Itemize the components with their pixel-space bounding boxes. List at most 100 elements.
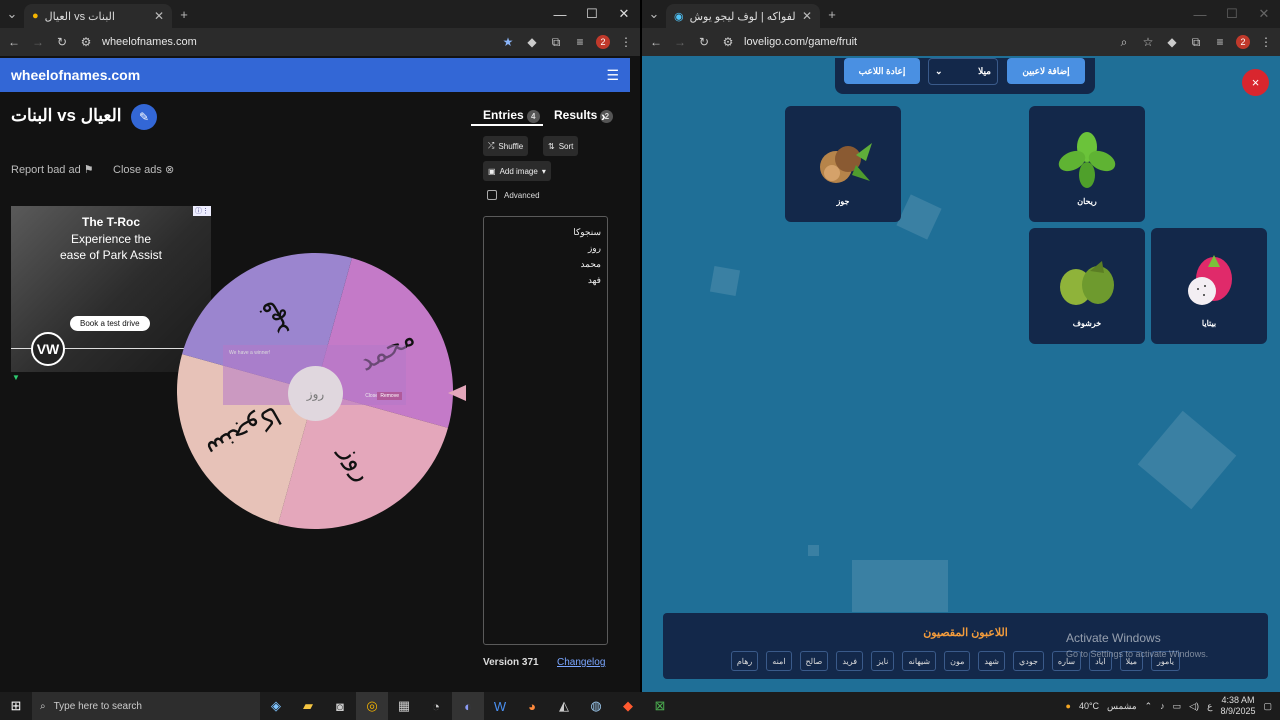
favicon-icon: ● [32,10,39,22]
minimize-icon[interactable]: — [1184,0,1216,28]
fruit-card-artichoke[interactable]: خرشوف [1029,228,1145,344]
menu-dots-icon[interactable]: ⋮ [618,35,634,49]
sort-label: Sort [558,141,574,151]
fruit-card-walnut[interactable]: جوز [785,106,901,222]
site-brand[interactable]: wheelofnames.com [11,67,140,83]
close-window-icon[interactable]: ✕ [608,0,640,28]
language-indicator[interactable]: ع [1207,701,1212,712]
app-icon[interactable]: ◙ [324,692,356,720]
sort-button[interactable]: ⇅ Sort [543,136,579,156]
close-tab-icon[interactable]: ✕ [802,9,812,23]
word-icon[interactable]: W [484,692,516,720]
close-window-icon[interactable]: ✕ [1248,0,1280,28]
report-bad-ad-link[interactable]: Report bad ad ⚑ [11,163,94,176]
url-field[interactable]: loveligo.com/game/fruit [744,36,1108,48]
close-ads-label: Close ads [113,164,162,176]
terminal-icon[interactable]: ⊠ [644,692,676,720]
site-info-icon[interactable]: ⚙ [78,35,94,49]
add-image-button[interactable]: ▣ Add image ▾ [483,161,551,181]
taskbar-search[interactable]: ⌕ Type here to search [32,692,260,720]
browser-icon[interactable]: ◭ [548,692,580,720]
tab-entries[interactable]: Entries 4 [483,108,540,123]
menu-dots-icon[interactable]: ⋮ [1258,35,1274,49]
tab-title: لعبة حرب الفواكه | لوف ليجو يوش [689,10,796,23]
volume-icon[interactable]: ◁) [1189,701,1199,712]
ad-cta-button[interactable]: Book a test drive [70,316,150,331]
clock[interactable]: 4:38 AM 8/9/2025 [1220,695,1255,717]
chevron-right-icon[interactable]: › [601,108,606,124]
pitaya-icon [1188,255,1232,305]
bookmark-star-icon[interactable]: ☆ [1140,35,1156,49]
temperature[interactable]: 40°C [1079,701,1099,711]
search-icon: ⌕ [40,700,46,712]
back-icon[interactable]: ← [648,35,664,49]
file-explorer-icon[interactable]: ▰ [292,692,324,720]
windows-start-icon[interactable]: ⊞ [0,692,32,720]
maximize-icon[interactable]: ☐ [576,0,608,28]
edit-title-button[interactable]: ✎ [131,104,157,130]
wheel-center-hub[interactable]: روز [288,366,343,421]
entries-textarea[interactable]: سنجوكا روز محمد فهد [483,216,608,645]
changelog-link[interactable]: Changelog [557,657,605,668]
new-tab-icon[interactable]: + [172,2,196,26]
browser-tab[interactable]: ● العيال vs البنات ✕ [24,4,172,28]
eliminated-player-chip: صالح [799,651,829,671]
brave-icon[interactable]: ◆ [612,692,644,720]
minimize-icon[interactable]: — [544,0,576,28]
extension-diamond-icon[interactable]: ◆ [524,35,540,49]
dialog-close-button[interactable]: Close [365,393,378,399]
add-players-button[interactable]: إضافة لاعبين [1007,58,1085,84]
hamburger-menu-icon[interactable]: ☰ [606,67,619,84]
shuffle-button[interactable]: ⤮ Shuffle [483,136,529,156]
url-field[interactable]: wheelofnames.com [102,36,492,48]
site-info-icon[interactable]: ⚙ [720,35,736,49]
profile-badge[interactable]: 2 [1236,35,1250,49]
tab-search-icon[interactable]: ⌄ [0,2,24,26]
extensions-icon[interactable]: ⧉ [548,35,564,50]
chevron-up-icon[interactable]: ⌃ [1145,701,1153,712]
extension-diamond-icon[interactable]: ◆ [1164,35,1180,49]
reload-icon[interactable]: ↻ [696,35,712,49]
firefox-icon[interactable]: ◕ [516,692,548,720]
close-ads-link[interactable]: Close ads ⊗ [113,163,174,176]
tab-search-icon[interactable]: ⌄ [642,2,666,26]
discord-icon[interactable]: ◐ [452,692,484,720]
copilot-icon[interactable]: ◈ [260,692,292,720]
steam-icon[interactable]: ◍ [580,692,612,720]
entries-sidebar: Entries 4 Results 2 › ⤮ Shuffle ⇅ Sort ▣ Add … [471,100,630,682]
zoom-icon[interactable]: ⌕ [1116,35,1132,50]
chrome-icon[interactable]: ◎ [356,692,388,720]
advanced-toggle[interactable]: Advanced [487,190,540,200]
close-icon[interactable]: × [1242,69,1269,96]
notifications-icon[interactable]: ▢ [1263,701,1272,712]
media-icon[interactable]: ≡ [572,35,588,49]
reset-players-button[interactable]: إعادة اللاعب [844,58,920,84]
eliminated-player-chip: نايز [871,651,895,671]
sort-icon: ⇅ [548,141,555,151]
back-icon[interactable]: ← [6,35,22,49]
eliminated-player-chip: فريد [836,651,864,671]
weather-text[interactable]: مشمس [1107,701,1137,712]
fruit-card-basil[interactable]: ريحان [1029,106,1145,222]
store-icon[interactable]: ▦ [388,692,420,720]
forward-icon[interactable]: → [672,35,688,49]
bookmark-star-icon[interactable]: ★ [500,35,516,49]
new-tab-icon[interactable]: + [820,2,844,26]
speedtest-icon[interactable]: ◔ [420,692,452,720]
maximize-icon[interactable]: ☐ [1216,0,1248,28]
extensions-icon[interactable]: ⧉ [1188,35,1204,50]
browser-tab[interactable]: ◉ لعبة حرب الفواكه | لوف ليجو يوش ✕ [666,4,820,28]
dialog-remove-button[interactable]: Remove [377,392,402,400]
advanced-checkbox[interactable] [487,190,497,200]
network-icon[interactable]: ▭ [1173,701,1182,712]
microphone-icon[interactable]: ♪ [1160,701,1165,711]
forward-icon[interactable]: → [30,35,46,49]
reload-icon[interactable]: ↻ [54,35,70,49]
player-select[interactable]: ⌄ ميلا [928,58,998,85]
profile-badge[interactable]: 2 [596,35,610,49]
advanced-label: Advanced [504,190,540,200]
fruit-card-pitaya[interactable]: بيتايا [1151,228,1267,344]
activate-windows-subtitle: Go to Settings to activate Windows. [1066,649,1209,659]
media-icon[interactable]: ≡ [1212,35,1228,49]
close-tab-icon[interactable]: ✕ [154,9,164,23]
